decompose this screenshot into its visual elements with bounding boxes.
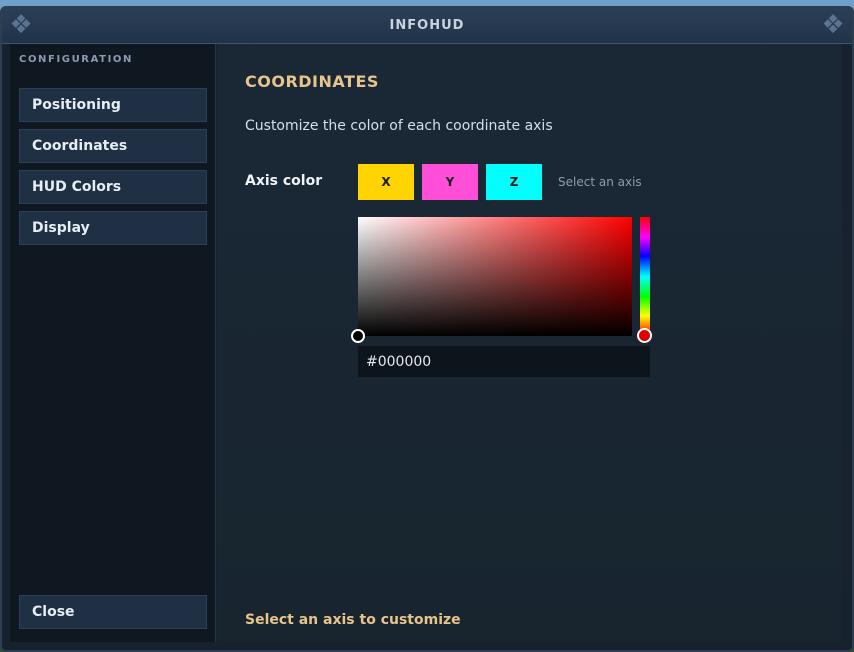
- sidebar-item-coordinates[interactable]: Coordinates: [19, 129, 207, 163]
- hue-slider-handle[interactable]: [637, 328, 652, 343]
- color-picker-handle[interactable]: [351, 329, 365, 343]
- sidebar-item-positioning[interactable]: Positioning: [19, 88, 207, 122]
- sidebar: CONFIGURATION Positioning Coordinates HU…: [10, 44, 216, 642]
- window-titlebar: ❖ INFOHUD ❖: [2, 8, 852, 44]
- axis-color-label: Axis color: [245, 173, 323, 189]
- window-title: INFOHUD: [389, 18, 465, 33]
- ornament-icon: ❖: [821, 10, 845, 40]
- hex-color-input[interactable]: [358, 346, 650, 377]
- saturation-value-picker[interactable]: [351, 217, 632, 343]
- main-panel: COORDINATES Customize the color of each …: [217, 44, 842, 642]
- axis-hint: Select an axis: [558, 175, 642, 189]
- axis-x-button[interactable]: X: [358, 164, 414, 200]
- page-title: COORDINATES: [245, 72, 379, 91]
- infohud-config-window: ❖ INFOHUD ❖ CONFIGURATION Positioning Co…: [0, 6, 854, 652]
- sidebar-item-hud-colors[interactable]: HUD Colors: [19, 170, 207, 204]
- page-description: Customize the color of each coordinate a…: [245, 118, 553, 134]
- sidebar-item-display[interactable]: Display: [19, 211, 207, 245]
- axis-y-button[interactable]: Y: [422, 164, 478, 200]
- hue-slider[interactable]: [637, 217, 652, 343]
- footer-hint: Select an axis to customize: [245, 612, 461, 628]
- sidebar-heading: CONFIGURATION: [19, 54, 133, 65]
- close-button[interactable]: Close: [19, 595, 207, 629]
- axis-z-button[interactable]: Z: [486, 164, 542, 200]
- ornament-icon: ❖: [9, 10, 33, 40]
